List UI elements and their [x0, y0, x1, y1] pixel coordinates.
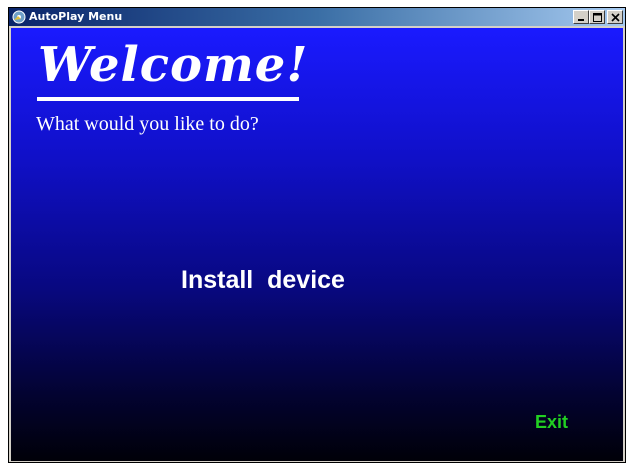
window-controls [573, 10, 623, 24]
maximize-button[interactable] [589, 10, 605, 24]
exit-button[interactable]: Exit [535, 412, 568, 433]
close-button[interactable] [607, 10, 623, 24]
minimize-button[interactable] [573, 10, 589, 24]
minimize-icon [578, 19, 584, 21]
window-title: AutoPlay Menu [29, 10, 123, 23]
maximize-icon [593, 13, 602, 22]
menu-content: Welcome! What would you like to do? Inst… [11, 28, 623, 461]
subtitle-prompt: What would you like to do? [36, 113, 259, 135]
welcome-heading: Welcome! [38, 37, 309, 93]
heading-underline [37, 97, 299, 101]
title-bar[interactable]: AutoPlay Menu [9, 8, 625, 26]
close-icon [611, 13, 620, 22]
autoplay-window: AutoPlay Menu Welcome! What would you li… [8, 7, 626, 463]
autoplay-app-icon [12, 10, 26, 24]
install-device-button[interactable]: Install device [181, 266, 345, 295]
